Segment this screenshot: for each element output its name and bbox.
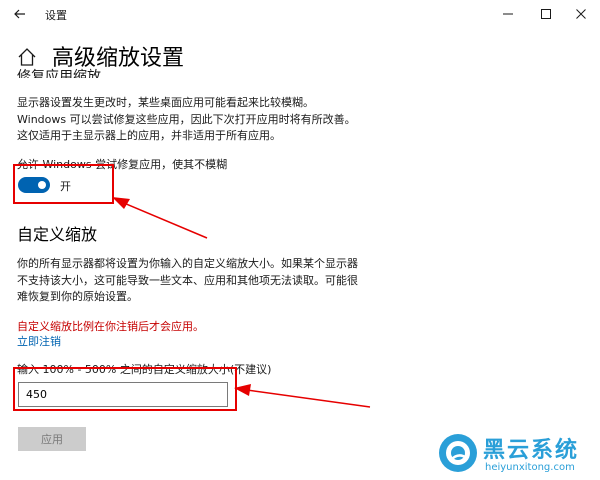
close-button[interactable] [573,6,589,22]
minimize-icon [503,13,513,15]
cloud-logo-icon [439,434,477,472]
close-icon [576,9,586,19]
back-arrow-icon [14,9,25,19]
fix-apps-heading-text: 修复应用缩放 [17,69,101,78]
watermark: 黑云系统 heiyunxitong.com [437,432,597,476]
toggle-highlight-box [13,164,114,204]
fix-apps-description: 显示器设置发生更改时，某些桌面应用可能看起来比较模糊。Windows 可以尝试修… [17,96,356,142]
window-title: 设置 [45,9,67,22]
maximize-icon [541,9,551,19]
maximize-button[interactable] [538,6,554,22]
custom-scaling-description: 你的所有显示器都将设置为你输入的自定义缩放大小。如果某个显示器不支持该大小，这可… [17,257,358,303]
back-button[interactable] [10,4,30,24]
input-highlight-box [13,367,237,411]
arrow-to-toggle [112,197,208,239]
custom-scaling-heading: 自定义缩放 [17,225,98,244]
watermark-url: heiyunxitong.com [485,462,575,473]
signout-warning: 自定义缩放比例在你注销后才会应用。 [17,320,204,333]
arrow-to-input [234,384,371,408]
title-bar: 设置 [0,0,600,28]
apply-button[interactable]: 应用 [18,427,86,451]
watermark-name: 黑云系统 [483,438,580,463]
minimize-button[interactable] [500,6,516,22]
fix-apps-heading: 修复应用缩放 [17,62,337,78]
signout-now-link[interactable]: 立即注销 [17,333,61,349]
